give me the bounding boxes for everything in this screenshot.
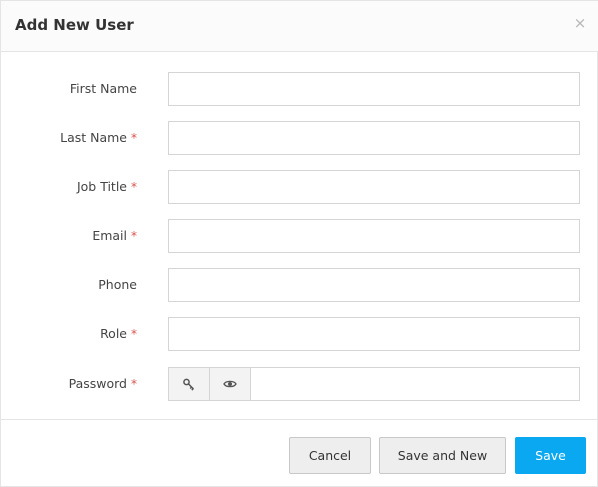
job-title-input[interactable]	[168, 170, 580, 204]
form-row-first-name: First Name	[1, 72, 598, 106]
form-row-password: Password *	[1, 367, 598, 401]
phone-input[interactable]	[168, 268, 580, 302]
email-label: Email *	[92, 228, 137, 243]
password-input[interactable]	[251, 368, 579, 400]
form-row-phone: Phone	[1, 268, 598, 302]
form-row-role: Role *	[1, 317, 598, 351]
job-title-label: Job Title *	[76, 179, 137, 194]
close-icon: ×	[573, 14, 587, 32]
form-row-email: Email *	[1, 219, 598, 253]
form-row-last-name: Last Name *	[1, 121, 598, 155]
required-marker: *	[131, 180, 137, 194]
required-marker: *	[131, 131, 137, 145]
first-name-label: First Name	[69, 81, 137, 96]
required-marker: *	[131, 327, 137, 341]
save-and-new-button[interactable]: Save and New	[379, 437, 506, 474]
password-input-group	[168, 367, 580, 401]
required-marker: *	[131, 229, 137, 243]
role-input[interactable]	[168, 317, 580, 351]
dialog-footer: Cancel Save and New Save	[1, 419, 598, 487]
form-row-job-title: Job Title *	[1, 170, 598, 204]
phone-label: Phone	[98, 277, 137, 292]
dialog-title: Add New User	[15, 16, 134, 34]
add-user-dialog: Add New User × First Name Last Name * Job…	[0, 0, 598, 487]
last-name-input[interactable]	[168, 121, 580, 155]
password-label: Password *	[68, 376, 137, 391]
save-button[interactable]: Save	[515, 437, 586, 474]
last-name-label: Last Name *	[60, 130, 137, 145]
cancel-button[interactable]: Cancel	[289, 437, 371, 474]
email-input[interactable]	[168, 219, 580, 253]
role-label: Role *	[100, 326, 137, 341]
required-marker: *	[131, 377, 137, 391]
generate-password-button[interactable]	[169, 368, 210, 400]
eye-icon	[223, 380, 237, 388]
dialog-header: Add New User ×	[1, 1, 598, 52]
key-icon	[183, 378, 195, 391]
first-name-input[interactable]	[168, 72, 580, 106]
toggle-password-visibility-button[interactable]	[210, 368, 251, 400]
close-button[interactable]: ×	[572, 13, 588, 33]
